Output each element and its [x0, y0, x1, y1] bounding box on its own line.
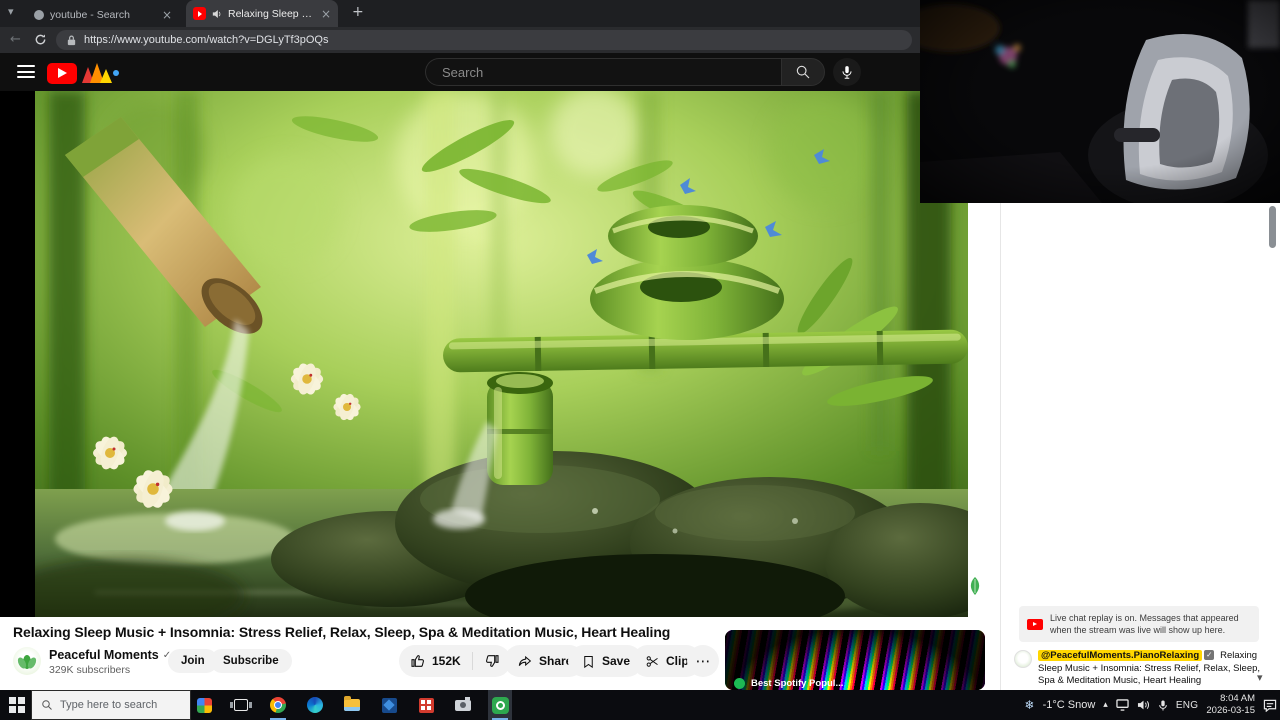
tab-close-icon[interactable]: × [321, 7, 331, 21]
like-count: 152K [432, 654, 461, 668]
display-icon[interactable] [1116, 699, 1129, 711]
chrome-icon[interactable] [266, 690, 290, 720]
save-label: Save [602, 654, 631, 668]
bookmark-icon [584, 655, 593, 668]
notice-text: Live chat replay is on. Messages that ap… [1050, 613, 1239, 636]
tray-expand-icon[interactable]: ▴ [1103, 700, 1108, 710]
refresh-button[interactable] [34, 33, 47, 46]
new-tab-button[interactable]: + [352, 4, 364, 20]
weather-snow-icon[interactable]: ❄ [1025, 698, 1035, 712]
start-button[interactable] [9, 697, 25, 713]
youtube-play-icon [47, 62, 77, 84]
scissors-icon [646, 655, 658, 667]
chat-message: @PeacefulMoments.PianoRelaxing ✓ Relaxing… [1014, 650, 1266, 688]
chat-scroll-down-icon[interactable]: ▾ [1257, 671, 1263, 684]
channel-avatar[interactable] [13, 647, 41, 675]
browser-tab-youtube-video[interactable]: Relaxing Sleep Music + Inson × [186, 0, 338, 27]
channel-watermark-leaf-icon[interactable] [963, 574, 987, 598]
share-icon [518, 655, 532, 667]
action-center-icon[interactable] [1263, 699, 1277, 712]
windows-taskbar: ❄ -1°C Snow ▴ ENG 8:04 AM 2026-03-15 [0, 690, 1280, 720]
subscriber-count: 329K subscribers [49, 664, 131, 676]
url-text: https://www.youtube.com/watch?v=DGLyTf3p… [84, 34, 329, 46]
file-explorer-icon[interactable] [340, 690, 364, 720]
search-input[interactable] [425, 58, 781, 86]
url-field[interactable]: https://www.youtube.com/watch?v=DGLyTf3p… [56, 30, 912, 50]
search-button[interactable] [781, 58, 825, 86]
tab-title: Relaxing Sleep Music + Inson [228, 7, 315, 20]
youtube-logo[interactable] [47, 61, 120, 85]
like-button[interactable]: 152K [399, 645, 472, 677]
red-grid-app-icon[interactable] [414, 690, 438, 720]
desktop-screen: ▾ youtube - Search × Relaxing Sleep Musi… [0, 0, 1280, 720]
chat-author-name[interactable]: @PeacefulMoments.PianoRelaxing [1038, 650, 1203, 661]
related-video-caption: Best Spotify Popul... [751, 678, 844, 689]
browser-tab-search[interactable]: youtube - Search × [27, 3, 179, 27]
video-title: Relaxing Sleep Music + Insomnia: Stress … [13, 624, 671, 640]
tab-audio-speaker-icon[interactable] [212, 9, 222, 19]
clip-label: Clip [666, 654, 689, 668]
lock-icon[interactable] [66, 34, 77, 47]
subscribe-button[interactable]: Subscribe [210, 649, 292, 673]
mic-icon [842, 65, 852, 79]
channel-name[interactable]: Peaceful Moments ✓ [49, 648, 171, 662]
menu-icon[interactable] [17, 65, 35, 82]
screen-recorder-app-icon[interactable] [488, 690, 512, 720]
tab-close-icon[interactable]: × [162, 8, 172, 22]
language-indicator[interactable]: ENG [1176, 700, 1199, 711]
tab-search-chevron-icon[interactable]: ▾ [8, 5, 14, 18]
taskbar-pinned-apps [192, 690, 512, 720]
clock-date: 2026-03-15 [1206, 705, 1255, 716]
chat-author-avatar[interactable] [1014, 650, 1032, 668]
lotus-icon [17, 655, 37, 669]
related-channel-avatar [734, 678, 745, 689]
clock-time: 8:04 AM [1220, 693, 1255, 705]
video-player[interactable] [0, 91, 968, 617]
tab-favicon-search [34, 10, 44, 20]
live-chat-panel: Live chat replay is on. Messages that ap… [1000, 203, 1280, 690]
webcam-room-scene [920, 0, 1280, 203]
photos-app-icon[interactable] [377, 690, 401, 720]
live-chat-replay-notice: Live chat replay is on. Messages that ap… [1019, 606, 1259, 643]
chat-scrollbar-thumb[interactable] [1269, 206, 1276, 248]
task-view-icon[interactable] [229, 690, 253, 720]
channel-name-text: Peaceful Moments [49, 648, 159, 662]
youtube-play-icon [1027, 618, 1043, 630]
search-icon [796, 65, 810, 79]
search-icon [42, 700, 52, 710]
youtube-favicon [193, 7, 206, 20]
like-dislike-group: 152K [399, 645, 511, 677]
thumbs-up-icon [411, 655, 424, 667]
camera-app-icon[interactable] [451, 690, 475, 720]
tab-title: youtube - Search [50, 9, 130, 21]
edge-icon[interactable] [303, 690, 327, 720]
colorful-app-icon[interactable] [192, 690, 216, 720]
related-video-thumbnail[interactable]: Best Spotify Popul... [725, 630, 985, 690]
more-actions-button[interactable]: ⋯ [687, 645, 719, 677]
video-frame-bamboo-zen-scene [35, 91, 968, 617]
taskbar-clock[interactable]: 8:04 AM 2026-03-15 [1206, 693, 1255, 717]
mic-button[interactable] [833, 58, 861, 86]
chat-author-verified-icon: ✓ [1204, 650, 1215, 660]
taskbar-search-input[interactable] [60, 699, 180, 711]
logo-flame-art [82, 63, 119, 83]
back-button[interactable]: ← [10, 32, 21, 47]
taskbar-search[interactable] [31, 690, 191, 720]
related-video-caption-row: Best Spotify Popul... [734, 678, 843, 689]
thumbs-down-icon [485, 655, 499, 667]
video-info-section: Relaxing Sleep Music + Insomnia: Stress … [0, 617, 1000, 690]
mic-tray-icon[interactable] [1158, 699, 1168, 712]
chat-message-body: @PeacefulMoments.PianoRelaxing ✓ Relaxing… [1038, 650, 1266, 688]
speaker-icon[interactable] [1137, 699, 1150, 711]
system-tray: ❄ -1°C Snow ▴ ENG 8:04 AM 2026-03-15 [1025, 690, 1277, 720]
webcam-overlay [920, 0, 1280, 203]
weather-text[interactable]: -1°C Snow [1043, 699, 1096, 711]
